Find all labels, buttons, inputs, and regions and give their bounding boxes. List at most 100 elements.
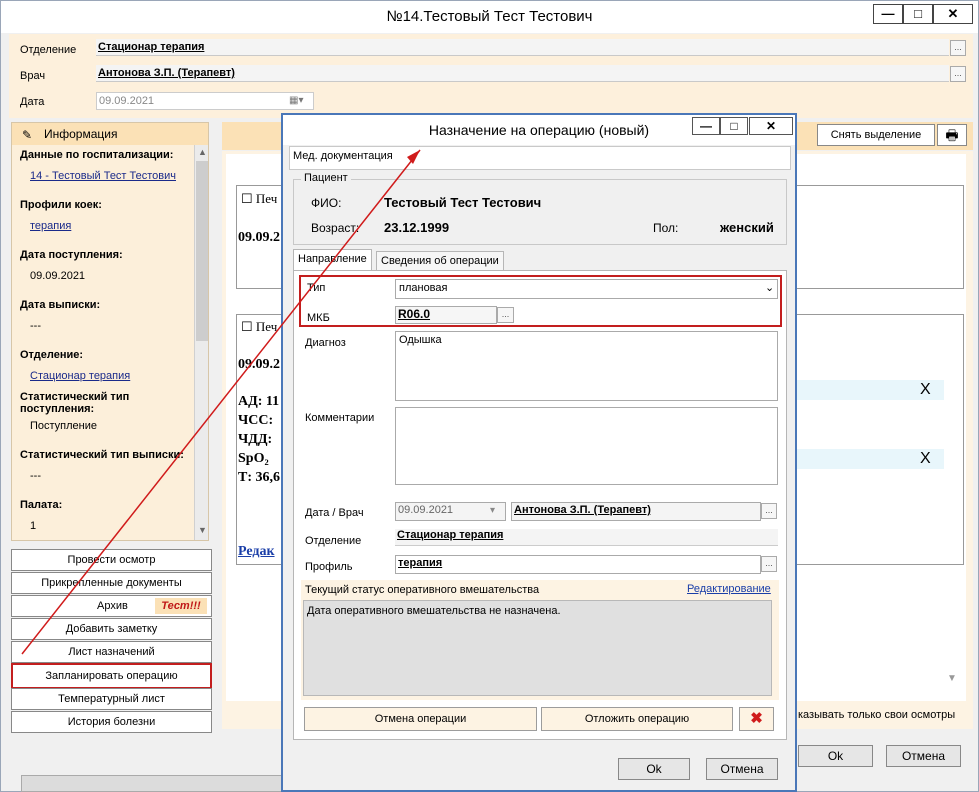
doctor-label: Врач: [20, 70, 46, 82]
main-ok-button[interactable]: Ok: [798, 745, 873, 767]
profile-label: Профиль: [305, 561, 353, 573]
scroll-down-icon[interactable]: ▼: [198, 525, 207, 535]
department-info-title: Отделение:: [20, 349, 84, 361]
mkb-picker-button[interactable]: ...: [497, 307, 514, 323]
doctor-field[interactable]: Антонова З.П. (Терапевт): [96, 65, 949, 82]
main-cancel-button[interactable]: Отмена: [886, 745, 961, 767]
mkb-field[interactable]: R06.0: [395, 306, 497, 324]
card2-print-checkbox[interactable]: ☐ Печ: [241, 319, 277, 335]
admission-type-title: Статистический тип поступления:: [20, 391, 130, 415]
info-scrollbar[interactable]: ▲ ▼: [194, 145, 208, 540]
type-select[interactable]: плановая: [395, 279, 778, 299]
mkb-label: МКБ: [307, 312, 330, 324]
dialog-ok-button[interactable]: Ok: [618, 758, 690, 780]
card2-date: 09.09.2: [238, 357, 280, 372]
discharge-date-value: ---: [30, 320, 41, 332]
age-label: Возраст:: [311, 221, 360, 235]
admission-date-title: Дата поступления:: [20, 249, 123, 261]
info-panel: Информация ✎ Данные по госпитализации: 1…: [11, 122, 209, 541]
card2-edit-link[interactable]: Редак: [238, 544, 275, 560]
op-doctor-picker-button[interactable]: ...: [761, 503, 777, 519]
profile-picker-button[interactable]: ...: [761, 556, 777, 572]
op-department-label: Отделение: [305, 535, 362, 547]
fio-value: Тестовый Тест Тестович: [384, 195, 542, 210]
bed-profiles-title: Профили коек:: [20, 199, 102, 211]
info-panel-header: Информация: [12, 123, 208, 145]
discharge-type-value: ---: [30, 470, 41, 482]
chevron-down-icon[interactable]: ⌄: [765, 281, 774, 294]
main-window-title: №14.Тестовый Тест Тестович: [386, 8, 593, 25]
profile-field[interactable]: терапия: [395, 555, 761, 574]
maximize-button[interactable]: □: [903, 4, 933, 24]
department-info-link[interactable]: Стационар терапия: [30, 370, 130, 382]
case-history-button[interactable]: История болезни: [11, 711, 212, 733]
dialog-cancel-button[interactable]: Отмена: [706, 758, 778, 780]
type-label: Тип: [307, 282, 326, 294]
add-note-button[interactable]: Добавить заметку: [11, 618, 212, 640]
tab-operation-info[interactable]: Сведения об операции: [376, 251, 504, 271]
card2-line-temp: Т: 36,6: [238, 470, 280, 485]
clear-selection-button[interactable]: Снять выделение: [817, 124, 935, 146]
admission-type-value: Поступление: [30, 420, 98, 432]
status-bar-segment: [21, 775, 283, 792]
plan-operation-button[interactable]: Запланировать операцию: [11, 663, 212, 689]
doctor-picker-button[interactable]: ...: [950, 66, 966, 82]
edit-note-icon: ✎: [22, 128, 33, 142]
department-picker-button[interactable]: ...: [950, 40, 966, 56]
attached-docs-button[interactable]: Прикрепленные документы: [11, 572, 212, 594]
sex-label: Пол:: [653, 221, 679, 235]
card1-date: 09.09.2: [238, 230, 280, 245]
postpone-operation-button[interactable]: Отложить операцию: [541, 707, 733, 731]
sex-value: женский: [720, 220, 774, 235]
scroll-thumb[interactable]: [196, 161, 208, 341]
dialog-minimize-button[interactable]: —: [692, 117, 720, 135]
bed-profiles-link[interactable]: терапия: [30, 220, 71, 232]
calendar-icon[interactable]: ▦▾: [289, 95, 303, 106]
temperature-sheet-button[interactable]: Температурный лист: [11, 688, 212, 710]
card2-line-spo2: SpO₂: [238, 451, 269, 466]
dialog-maximize-button[interactable]: □: [720, 117, 748, 135]
print-icon[interactable]: 🖶: [937, 124, 967, 146]
comments-label: Комментарии: [305, 412, 375, 424]
diagnosis-textarea[interactable]: Одышка: [395, 331, 778, 401]
scroll-up-icon[interactable]: ▲: [198, 147, 207, 157]
examine-button[interactable]: Провести осмотр: [11, 549, 212, 571]
card2-line-rr: ЧДД:: [238, 432, 273, 447]
minimize-button[interactable]: —: [873, 4, 903, 24]
card2-line-hr: ЧСС:: [238, 413, 274, 428]
patient-group-title: Пациент: [301, 172, 351, 184]
main-title-bar: №14.Тестовый Тест Тестович: [1, 1, 978, 33]
close-button[interactable]: ✕: [933, 4, 973, 24]
discharge-type-title: Статистический тип выписки:: [20, 449, 184, 461]
remove-mark-2[interactable]: X: [920, 450, 931, 468]
diagnosis-label: Диагноз: [305, 337, 346, 349]
date-dropdown-icon[interactable]: ▾: [490, 505, 495, 516]
dialog-close-button[interactable]: ✕: [749, 117, 793, 135]
date-label: Дата: [20, 96, 45, 108]
comments-textarea[interactable]: [395, 407, 778, 485]
content-scroll-down-icon[interactable]: ▼: [947, 673, 957, 684]
edit-status-link[interactable]: Редактирование: [687, 583, 771, 595]
prescriptions-button[interactable]: Лист назначений: [11, 641, 212, 663]
operation-dialog: Назначение на операцию (новый) — □ ✕ Мед…: [281, 113, 797, 792]
date-doctor-label: Дата / Врач: [305, 507, 364, 519]
discharge-date-title: Дата выписки:: [20, 299, 101, 311]
archive-test-badge: Тест!!!: [155, 598, 207, 614]
tab-direction[interactable]: Направление: [293, 249, 372, 271]
section-med-docs[interactable]: Мед. документация: [293, 150, 393, 162]
ward-title: Палата:: [20, 499, 63, 511]
ward-value: 1: [30, 520, 37, 532]
op-doctor-field[interactable]: Антонова З.П. (Терапевт): [511, 502, 761, 521]
date-field[interactable]: 09.09.2021: [96, 92, 314, 110]
hospitalization-link[interactable]: 14 - Тестовый Тест Тестович: [30, 170, 176, 182]
remove-mark-1[interactable]: X: [920, 381, 931, 399]
department-field[interactable]: Стационар терапия: [96, 39, 949, 56]
delete-icon[interactable]: ✖: [739, 707, 774, 731]
op-department-field[interactable]: Стационар терапия: [395, 529, 778, 546]
status-label: Текущий статус оперативного вмешательств…: [305, 584, 540, 596]
show-own-label[interactable]: казывать только свои осмотры: [798, 709, 955, 721]
card1-print-checkbox[interactable]: ☐ Печ: [241, 191, 277, 207]
cancel-operation-button[interactable]: Отмена операции: [304, 707, 537, 731]
department-label: Отделение: [20, 44, 77, 56]
admission-date-value: 09.09.2021: [30, 270, 86, 282]
